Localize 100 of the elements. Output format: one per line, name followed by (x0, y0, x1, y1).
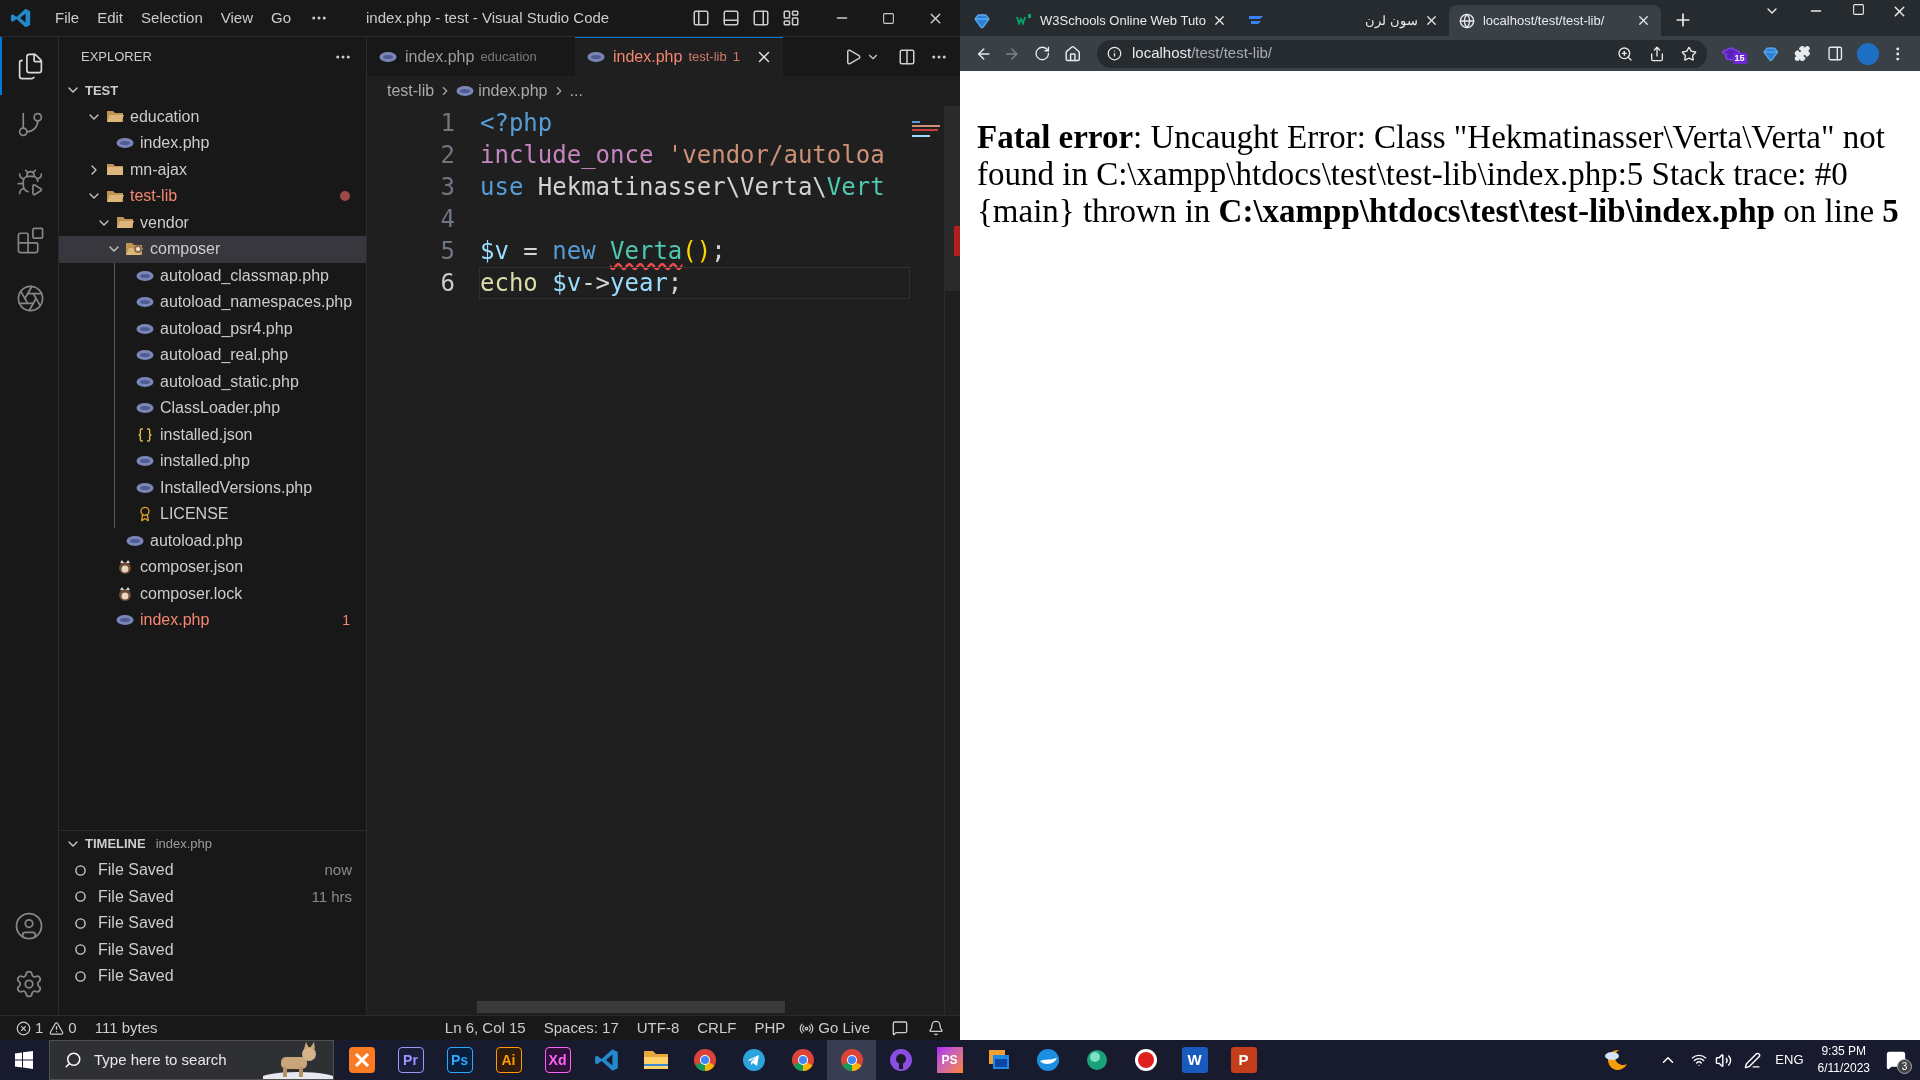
status-item[interactable]: PHP (754, 1016, 786, 1040)
status-item[interactable]: Ln 6, Col 15 (444, 1016, 526, 1040)
file-tree-item[interactable]: autoload_static.php (59, 368, 366, 395)
side-panel-icon[interactable] (1826, 45, 1844, 62)
search-input[interactable]: Type here to search (94, 1048, 234, 1072)
taskbar-button[interactable]: Xd (533, 1040, 582, 1080)
layout-icon[interactable] (782, 9, 800, 27)
maximize-icon[interactable] (882, 11, 895, 25)
file-tree-item[interactable]: installed.php (59, 448, 366, 475)
panel-title[interactable]: TIMELINE (85, 834, 146, 854)
star-icon[interactable] (1680, 45, 1697, 62)
browser-tab[interactable]: سون لرن (1236, 5, 1449, 36)
menu-item[interactable]: Go (262, 6, 300, 30)
wifi-icon[interactable] (1691, 1052, 1708, 1068)
gem-icon[interactable] (1762, 45, 1779, 62)
editor-tab[interactable]: index.php education (367, 37, 575, 76)
file-tree-item[interactable]: autoload_namespaces.php (59, 289, 366, 316)
taskbar-button[interactable]: Ai (484, 1040, 533, 1080)
file-tree-item[interactable]: test-lib (59, 183, 366, 210)
tab-title: W3Schools Online Web Tuto (1040, 11, 1206, 30)
file-tree-item[interactable]: composer.lock (59, 580, 366, 607)
panel-right-icon[interactable] (752, 9, 770, 27)
file-tree-item[interactable]: mn-ajax (59, 156, 366, 183)
file-tree-item[interactable]: InstalledVersions.php (59, 474, 366, 501)
bell-icon[interactable] (928, 1020, 944, 1036)
file-tree-item[interactable]: autoload_real.php (59, 342, 366, 369)
scrollbar-thumb[interactable] (945, 106, 960, 291)
split-editor-icon[interactable] (898, 47, 916, 66)
file-tree-item[interactable]: autoload_classmap.php (59, 262, 366, 289)
taskbar-button[interactable]: PS (925, 1040, 974, 1080)
timeline-item[interactable]: File Saved (59, 963, 366, 990)
panel-left-icon[interactable] (692, 9, 710, 27)
menu-item[interactable]: Selection (132, 6, 212, 30)
sidebar-title: EXPLORER (81, 48, 152, 67)
taskbar-button[interactable] (827, 1040, 876, 1080)
file-tree-item[interactable]: LICENSE (59, 501, 366, 528)
timeline-item[interactable]: File Saved now (59, 857, 366, 884)
pen-icon[interactable] (1744, 1051, 1762, 1069)
taskbar-button[interactable]: Pr (386, 1040, 435, 1080)
file-tree-item[interactable]: vendor (59, 209, 366, 236)
error-icon[interactable] (16, 1020, 31, 1036)
taskbar-button[interactable]: P (1219, 1040, 1268, 1080)
timeline-item[interactable]: File Saved 11 hrs (59, 883, 366, 910)
taskbar-button[interactable]: W (1170, 1040, 1219, 1080)
clock[interactable]: 9:35 PM 6/11/2023 (1817, 1043, 1870, 1077)
windows-start-icon[interactable] (15, 1051, 33, 1069)
menu-item[interactable]: Edit (88, 6, 133, 30)
panel-bottom-icon[interactable] (722, 9, 740, 27)
timeline-label: File Saved (98, 913, 174, 934)
run-icon[interactable] (844, 47, 862, 66)
file-tree-item[interactable]: education (59, 103, 366, 130)
horizontal-scrollbar[interactable] (477, 1001, 785, 1013)
folder-icon (106, 162, 124, 178)
menu-item[interactable]: File (46, 6, 89, 30)
folder-header[interactable]: TEST (59, 77, 366, 104)
code-line: $v = new Verta(); (479, 236, 727, 267)
code-line: <?php (479, 108, 554, 139)
share-icon[interactable] (1648, 45, 1665, 62)
file-tree-item[interactable]: composer.json (59, 554, 366, 581)
zoom-icon[interactable] (1616, 45, 1633, 62)
tab-title: localhost/test/test-lib/ (1482, 11, 1606, 30)
language-indicator[interactable]: ENG (1775, 1050, 1804, 1070)
error-count[interactable]: 1 (35, 1016, 44, 1040)
circle-icon (75, 864, 86, 876)
warning-count[interactable]: 0 (68, 1016, 77, 1040)
taskbar-button[interactable]: Ps (435, 1040, 484, 1080)
timeline-item[interactable]: File Saved (59, 936, 366, 963)
breadcrumb-item[interactable]: index.php (478, 79, 548, 103)
browser-tab[interactable]: W3Schools Online Web Tuto (1006, 5, 1237, 36)
search-field[interactable]: Type here to search (49, 1040, 334, 1080)
file-tree-item[interactable]: ClassLoader.php (59, 395, 366, 422)
home-icon[interactable] (1064, 44, 1082, 63)
maximize-icon[interactable] (1852, 3, 1865, 16)
editor-tab[interactable]: index.php test-lib 1 (575, 37, 783, 76)
feedback-icon[interactable] (892, 1020, 908, 1036)
file-tree-item[interactable]: installed.json (59, 421, 366, 448)
volume-icon[interactable] (1715, 1051, 1733, 1069)
breadcrumb-item[interactable]: ... (569, 79, 583, 103)
status-item[interactable]: Go Live (818, 1016, 870, 1040)
warning-icon[interactable] (49, 1020, 65, 1036)
weather-icon[interactable] (1603, 1047, 1630, 1073)
file-tree-item[interactable]: index.php (59, 130, 366, 157)
reload-icon[interactable] (1033, 45, 1051, 62)
browser-tab[interactable]: localhost/test/test-lib/ (1448, 5, 1661, 36)
extensions-icon[interactable] (1794, 45, 1811, 62)
address-bar[interactable]: localhost/test/test-lib/ (1096, 39, 1707, 68)
problem-count: 1 (342, 610, 350, 630)
folder-icon (642, 1049, 669, 1071)
account-icon[interactable] (14, 911, 44, 941)
status-item[interactable]: Spaces: 17 (543, 1016, 619, 1040)
status-item[interactable]: UTF-8 (636, 1016, 680, 1040)
status-item[interactable]: CRLF (697, 1016, 737, 1040)
breadcrumb-item[interactable]: test-lib (387, 79, 435, 103)
file-tree-item[interactable]: autoload.php (59, 527, 366, 554)
settings-icon[interactable] (14, 969, 44, 999)
file-tree-item[interactable]: composer (59, 236, 366, 263)
file-tree-item[interactable]: autoload_psr4.php (59, 315, 366, 342)
menu-item[interactable]: View (211, 6, 262, 30)
file-tree-item[interactable]: index.php 1 (59, 607, 366, 634)
timeline-item[interactable]: File Saved (59, 910, 366, 937)
